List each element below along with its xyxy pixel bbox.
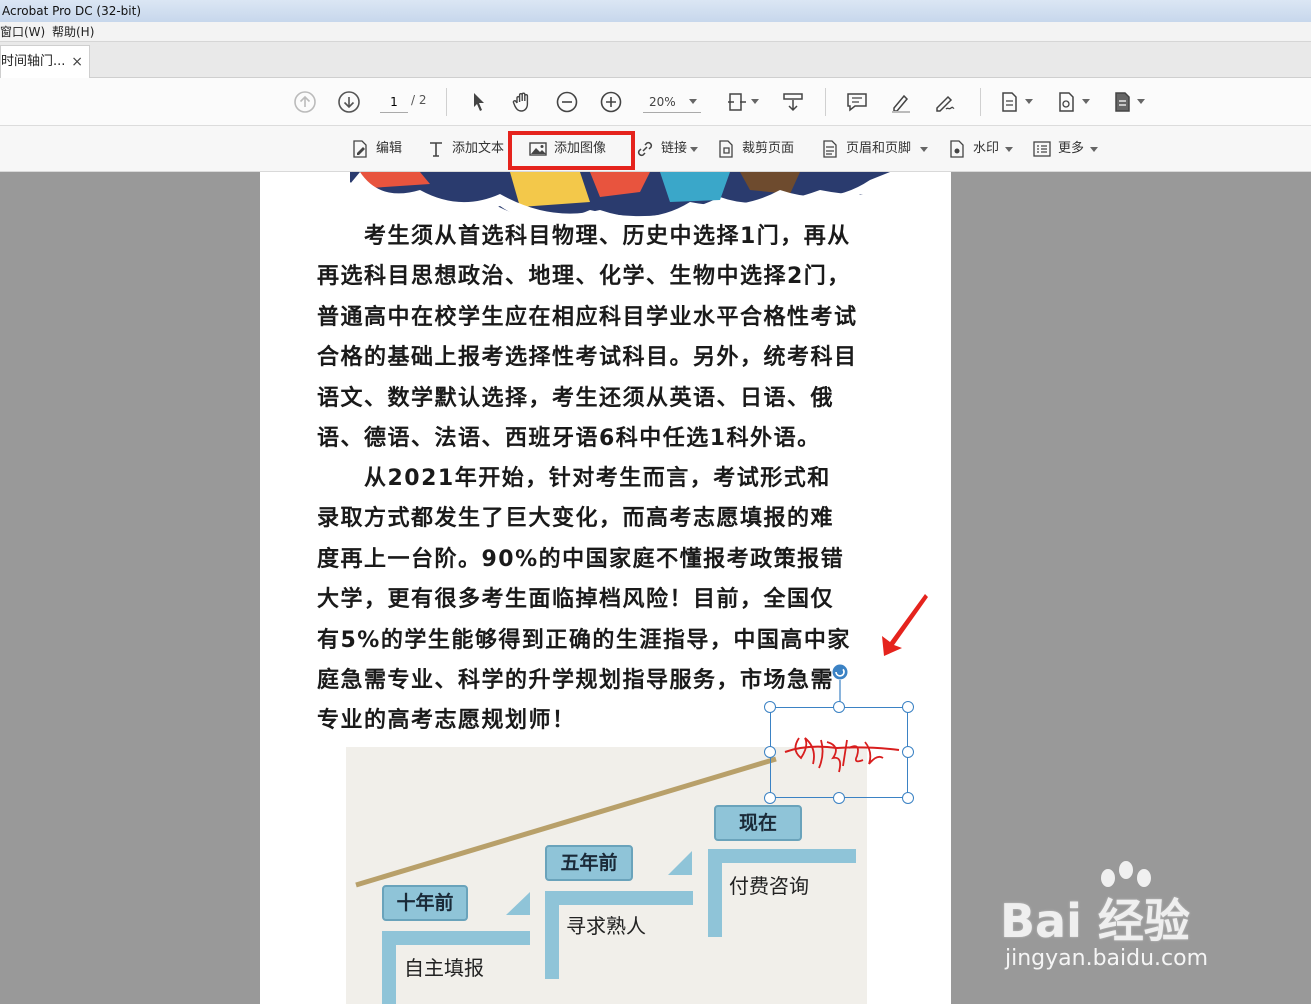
chevron-down-icon[interactable]	[689, 99, 697, 104]
text-line: 再选科目思想政治、地理、化学、生物中选择2门，	[317, 264, 851, 290]
crop-page-button[interactable]: 裁剪页面	[716, 137, 806, 161]
watermark-label: 水印	[973, 141, 1000, 156]
chevron-down-icon[interactable]	[1082, 99, 1090, 104]
text-line: 庭急需专业、科学的升学规划指导服务，市场急需	[317, 668, 835, 694]
toolbar-divider	[980, 88, 981, 116]
text-line: 从2021年开始，针对考生而言，考试形式和	[317, 466, 831, 491]
main-toolbar: / 2 20%	[0, 78, 1311, 126]
add-text-label: 添加文本	[452, 141, 505, 156]
zoom-in-icon[interactable]	[599, 90, 623, 114]
toolbar-divider	[825, 88, 826, 116]
signature-image[interactable]	[777, 728, 903, 776]
more-button[interactable]: 更多	[1032, 137, 1090, 161]
watermark-button[interactable]: 水印	[947, 137, 1002, 161]
export-pdf-icon[interactable]	[997, 90, 1021, 114]
pdf-page: 考生须从首选科目物理、历史中选择1门，再从 再选科目思想政治、地理、化学、生物中…	[260, 172, 951, 1004]
stage-bar	[545, 891, 559, 979]
text-line: 普通高中在校学生应在相应科目学业水平合格性考试	[317, 304, 858, 330]
text-line: 录取方式都发生了巨大变化，而高考志愿填报的难	[317, 506, 835, 532]
text-line: 大学，更有很多考生面临掉档风险！目前，全国仅	[317, 587, 835, 613]
resize-handle[interactable]	[833, 701, 845, 713]
stage-label: 五年前	[545, 845, 633, 881]
stage-bar	[545, 891, 693, 905]
stage-bar	[708, 849, 856, 863]
stage-text: 寻求熟人	[566, 914, 646, 938]
more-label: 更多	[1058, 141, 1085, 156]
page-number-input[interactable]	[380, 91, 408, 113]
organize-pages-icon[interactable]	[1110, 90, 1134, 114]
resize-handle[interactable]	[764, 701, 776, 713]
window-title-bar: Acrobat Pro DC (32-bit)	[0, 0, 1311, 22]
document-tab-label: 时间轴门...	[1, 54, 66, 69]
link-label: 链接	[661, 141, 688, 156]
paragraph-1: 考生须从首选科目物理、历史中选择1门，再从 再选科目思想政治、地理、化学、生物中…	[317, 217, 907, 459]
resize-handle[interactable]	[902, 792, 914, 804]
tab-bar: 时间轴门... ×	[0, 42, 1311, 79]
select-cursor-icon[interactable]	[467, 90, 491, 114]
highlight-pen-icon[interactable]	[889, 90, 913, 114]
resize-handle[interactable]	[833, 792, 845, 804]
scroll-mode-icon[interactable]	[781, 90, 805, 114]
zoom-out-icon[interactable]	[555, 90, 579, 114]
menu-bar: 窗口(W) 帮助(H)	[0, 22, 1311, 42]
baidu-watermark: Bai 经验 jingyan.baidu.com	[1000, 860, 1300, 980]
resize-handle[interactable]	[764, 792, 776, 804]
text-line: 考生须从首选科目物理、历史中选择1门，再从	[317, 224, 851, 249]
chevron-down-icon[interactable]	[1137, 99, 1145, 104]
menu-item-window[interactable]: 窗口(W)	[0, 22, 45, 42]
chevron-down-icon[interactable]	[1025, 99, 1033, 104]
signature-image-selection[interactable]	[770, 707, 908, 798]
text-line: 合格的基础上报考选择性考试科目。另外，统考科目	[317, 345, 858, 371]
text-line: 有5%的学生能够得到正确的生涯指导，中国高中家	[317, 627, 851, 653]
resize-handle[interactable]	[764, 746, 776, 758]
watermark-main: Bai 经验	[1000, 894, 1190, 948]
crop-page-label: 裁剪页面	[742, 141, 795, 156]
edit-button[interactable]: 编辑	[350, 137, 410, 161]
chevron-down-icon[interactable]	[1090, 147, 1098, 152]
toolbar-divider	[446, 88, 447, 116]
close-icon[interactable]: ×	[71, 46, 83, 78]
add-image-highlight	[508, 131, 635, 170]
window-title: Acrobat Pro DC (32-bit)	[2, 4, 142, 18]
chevron-down-icon[interactable]	[690, 147, 698, 152]
fit-page-icon[interactable]	[725, 90, 749, 114]
header-footer-button[interactable]: 页眉和页脚	[820, 137, 920, 161]
sign-icon[interactable]	[933, 90, 957, 114]
next-page-icon[interactable]	[337, 90, 361, 114]
red-arrow-annotation	[882, 594, 928, 656]
header-footer-label: 页眉和页脚	[846, 141, 912, 156]
stage-bar	[708, 849, 722, 937]
stage-bar	[382, 931, 396, 1004]
add-text-button[interactable]: 添加文本	[426, 137, 508, 161]
previous-page-icon[interactable]	[293, 90, 317, 114]
comment-icon[interactable]	[845, 90, 869, 114]
stage-text: 自主填报	[404, 956, 484, 980]
stage-label: 十年前	[382, 885, 468, 921]
paragraph-2: 从2021年开始，针对考生而言，考试形式和 录取方式都发生了巨大变化，而高考志愿…	[317, 459, 907, 742]
create-pdf-icon[interactable]	[1054, 90, 1078, 114]
chevron-down-icon[interactable]	[751, 99, 759, 104]
page-total: / 2	[411, 93, 427, 107]
chevron-down-icon[interactable]	[920, 147, 928, 152]
edit-pdf-toolbar: 编辑 添加文本 添加图像 链接 裁剪页面 页眉和页脚 水印 更多	[0, 126, 1311, 172]
stage-text: 付费咨询	[729, 874, 809, 898]
edit-label: 编辑	[376, 141, 403, 156]
resize-handle[interactable]	[902, 746, 914, 758]
text-line: 语文、数学默认选择，考生还须从英语、日语、俄	[317, 385, 835, 411]
menu-item-help[interactable]: 帮助(H)	[52, 22, 94, 42]
hand-tool-icon[interactable]	[511, 90, 535, 114]
resize-handle[interactable]	[902, 701, 914, 713]
chevron-down-icon[interactable]	[1005, 147, 1013, 152]
text-line: 语、德语、法语、西班牙语6科中任选1科外语。	[317, 426, 821, 452]
document-tab[interactable]: 时间轴门... ×	[0, 45, 90, 79]
stage-label: 现在	[714, 805, 802, 841]
stage-bar	[382, 931, 530, 945]
text-line: 度再上一台阶。90%的中国家庭不懂报考政策报错	[317, 546, 845, 572]
zoom-level: 20%	[649, 95, 676, 109]
watermark-url: jingyan.baidu.com	[1005, 946, 1209, 971]
